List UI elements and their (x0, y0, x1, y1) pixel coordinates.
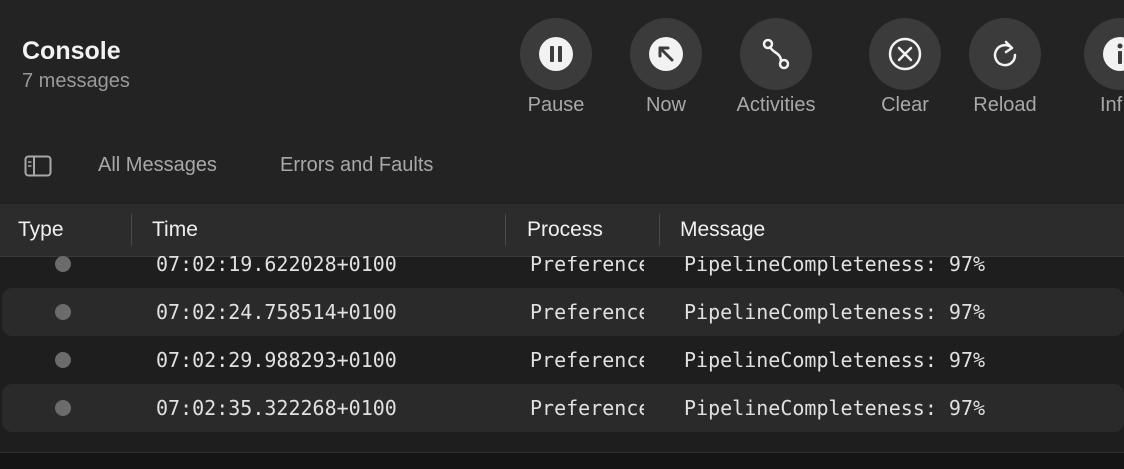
column-process[interactable]: Process (527, 218, 603, 242)
message-cell: PipelineCompleteness: 97% (684, 256, 986, 276)
sidebar-toggle-button[interactable] (24, 155, 52, 177)
process-cell: Preferences (530, 256, 644, 276)
column-time[interactable]: Time (152, 218, 198, 242)
type-indicator-dot (55, 304, 71, 320)
sidebar-icon (24, 155, 52, 177)
activities-label: Activities (736, 94, 816, 116)
activities-button[interactable]: Activities (721, 18, 831, 128)
column-message[interactable]: Message (680, 218, 765, 242)
info-button[interactable]: Inf (1063, 18, 1124, 128)
toolbar: Console 7 messages Pause Now Activities … (0, 0, 1124, 204)
column-type[interactable]: Type (18, 218, 64, 242)
activities-icon (762, 38, 790, 70)
status-bar (0, 452, 1124, 469)
process-cell: Preferences (530, 300, 644, 324)
message-count: 7 messages (22, 70, 130, 92)
reload-icon (993, 40, 1017, 67)
type-indicator-dot (55, 400, 71, 416)
clear-label: Clear (881, 94, 929, 116)
column-separator[interactable] (659, 214, 660, 246)
title-block: Console 7 messages (22, 36, 130, 94)
column-separator[interactable] (505, 214, 506, 246)
pause-button[interactable]: Pause (501, 18, 611, 128)
arrow-up-left-icon (649, 37, 683, 71)
info-label: Inf (1100, 94, 1123, 116)
table-row[interactable]: 07:02:19.622028+0100 Preferences Pipelin… (0, 256, 1124, 288)
now-button[interactable]: Now (611, 18, 721, 128)
process-cell: Preferences (530, 396, 644, 420)
time-cell: 07:02:24.758514+0100 (156, 300, 397, 324)
clear-button[interactable]: Clear (850, 18, 960, 128)
process-cell: Preferences (530, 348, 644, 372)
message-cell: PipelineCompleteness: 97% (684, 396, 986, 420)
info-icon (1103, 37, 1124, 71)
time-cell: 07:02:35.322268+0100 (156, 396, 397, 420)
clear-x-icon (888, 37, 922, 71)
type-indicator-dot (55, 352, 71, 368)
filter-all-messages[interactable]: All Messages (98, 154, 217, 177)
pause-icon (539, 37, 573, 71)
now-label: Now (645, 94, 686, 116)
pause-label: Pause (527, 94, 585, 116)
message-cell: PipelineCompleteness: 97% (684, 300, 986, 324)
table-header: Type Time Process Message (0, 204, 1124, 257)
message-cell: PipelineCompleteness: 97% (684, 348, 986, 372)
reload-label: Reload (973, 94, 1037, 116)
type-indicator-dot (55, 256, 71, 272)
message-list[interactable]: 07:02:19.622028+0100 Preferences Pipelin… (0, 256, 1124, 468)
table-row[interactable]: 07:02:24.758514+0100 Preferences Pipelin… (2, 288, 1124, 336)
time-cell: 07:02:29.988293+0100 (156, 348, 397, 372)
filter-errors-and-faults[interactable]: Errors and Faults (280, 154, 433, 177)
reload-button[interactable]: Reload (950, 18, 1060, 128)
table-row[interactable]: 07:02:29.988293+0100 Preferences Pipelin… (0, 336, 1124, 384)
app-title: Console (22, 37, 121, 65)
column-separator[interactable] (131, 214, 132, 246)
time-cell: 07:02:19.622028+0100 (156, 256, 397, 276)
table-row[interactable]: 07:02:35.322268+0100 Preferences Pipelin… (2, 384, 1124, 432)
